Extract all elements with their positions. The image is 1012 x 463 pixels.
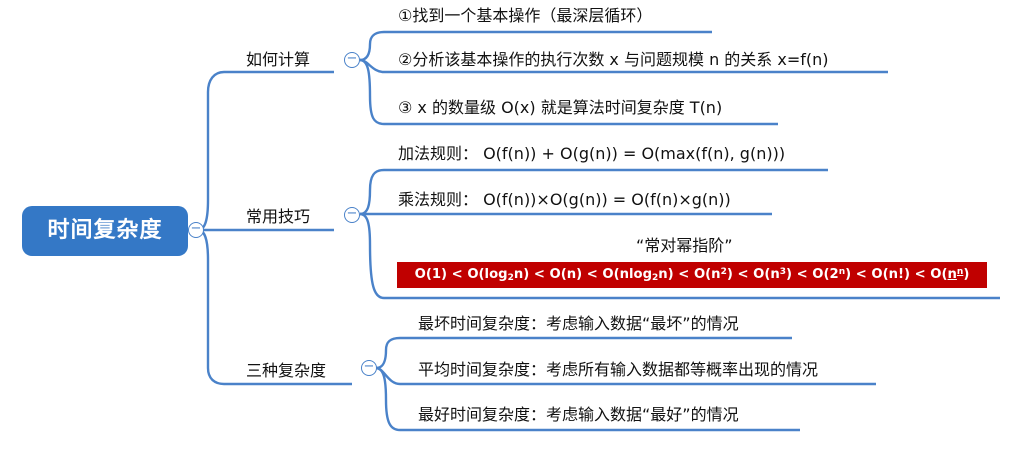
complexity-order-highlight[interactable]: O(1) < O(log2n) < O(n) < O(nlog2n) < O(n… — [397, 262, 987, 288]
branch-how-to-compute[interactable]: 如何计算 — [246, 50, 310, 70]
collapse-icon[interactable]: − — [344, 52, 360, 68]
best-case[interactable]: 最好时间复杂度：考虑输入数据“最好”的情况 — [418, 405, 739, 425]
step-analyze-count[interactable]: ②分析该基本操作的执行次数 x 与问题规模 n 的关系 x=f(n) — [398, 50, 829, 70]
mnemonic-title: “常对幂指阶” — [636, 236, 733, 255]
collapse-icon[interactable]: − — [188, 222, 204, 238]
root-node[interactable]: 时间复杂度 — [22, 206, 188, 256]
step-order-of-magnitude[interactable]: ③ x 的数量级 O(x) 就是算法时间复杂度 T(n) — [398, 98, 722, 118]
rule-addition[interactable]: 加法规则： O(f(n)) + O(g(n)) = O(max(f(n), g(… — [398, 144, 785, 164]
step-find-basic-op[interactable]: ①找到一个基本操作（最深层循环） — [398, 6, 652, 26]
worst-case[interactable]: 最坏时间复杂度：考虑输入数据“最坏”的情况 — [418, 314, 739, 334]
average-case[interactable]: 平均时间复杂度：考虑所有输入数据都等概率出现的情况 — [418, 360, 818, 380]
branch-common-tricks[interactable]: 常用技巧 — [246, 207, 310, 227]
collapse-icon[interactable]: − — [361, 360, 377, 376]
rule-multiplication[interactable]: 乘法规则： O(f(n))×O(g(n)) = O(f(n)×g(n)) — [398, 190, 731, 210]
branch-three-complexities[interactable]: 三种复杂度 — [246, 361, 326, 381]
collapse-icon[interactable]: − — [344, 207, 360, 223]
